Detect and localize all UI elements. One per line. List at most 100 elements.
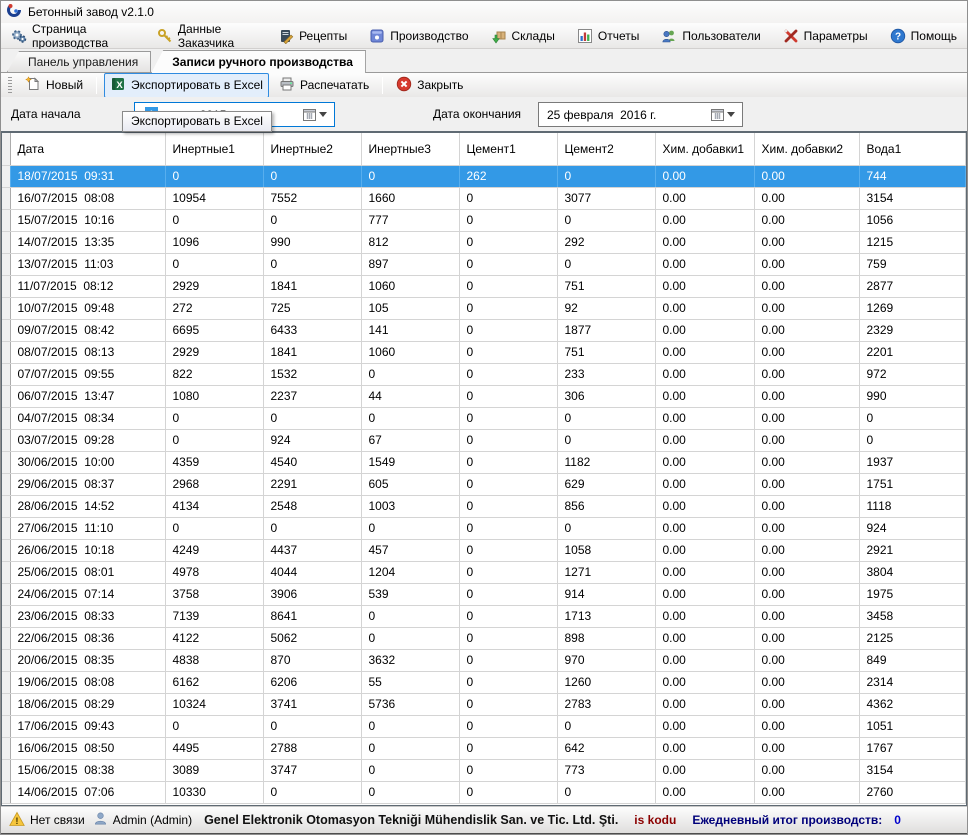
table-cell: 0: [459, 671, 557, 693]
menu-item-production-page[interactable]: Страница производства: [7, 20, 139, 52]
table-row[interactable]: 08/07/2015 08:1329291841106007510.000.00…: [2, 341, 966, 363]
column-header-water1[interactable]: Вода1: [859, 133, 966, 165]
table-row[interactable]: 15/06/2015 08:3830893747007730.000.00315…: [2, 759, 966, 781]
row-selector[interactable]: [2, 715, 10, 737]
tab-manual-production-records[interactable]: Записи ручного производства: [151, 50, 366, 73]
row-selector[interactable]: [2, 165, 10, 187]
row-selector[interactable]: [2, 341, 10, 363]
row-selector[interactable]: [2, 275, 10, 297]
table-row[interactable]: 14/06/2015 07:061033000000.000.002760: [2, 781, 966, 803]
table-row[interactable]: 29/06/2015 08:372968229160506290.000.001…: [2, 473, 966, 495]
table-cell: 0: [361, 517, 459, 539]
menu-item-customer-data[interactable]: Данные Заказчика: [153, 20, 260, 52]
close-button[interactable]: Закрыть: [390, 73, 469, 98]
table-cell: 0.00: [655, 165, 754, 187]
row-selector[interactable]: [2, 671, 10, 693]
row-selector[interactable]: [2, 319, 10, 341]
table-row[interactable]: 14/07/2015 13:35109699081202920.000.0012…: [2, 231, 966, 253]
table-cell: 0: [459, 627, 557, 649]
row-selector[interactable]: [2, 759, 10, 781]
row-selector[interactable]: [2, 363, 10, 385]
row-selector[interactable]: [2, 407, 10, 429]
row-selector[interactable]: [2, 649, 10, 671]
row-selector[interactable]: [2, 583, 10, 605]
table-cell: 1056: [859, 209, 966, 231]
column-header-inert1[interactable]: Инертные1: [165, 133, 263, 165]
table-row[interactable]: 30/06/2015 10:00435945401549011820.000.0…: [2, 451, 966, 473]
row-selector[interactable]: [2, 517, 10, 539]
table-row[interactable]: 19/06/2015 08:086162620655012600.000.002…: [2, 671, 966, 693]
end-date-picker[interactable]: 25 февраля 2016 г.: [538, 102, 743, 127]
table-row[interactable]: 18/07/2015 09:3100026200.000.00744: [2, 165, 966, 187]
table-row[interactable]: 10/07/2015 09:482727251050920.000.001269: [2, 297, 966, 319]
row-selector[interactable]: [2, 231, 10, 253]
row-selector[interactable]: [2, 429, 10, 451]
table-cell: 0: [459, 759, 557, 781]
menu-item-help[interactable]: ? Помощь: [886, 26, 961, 46]
end-date-value[interactable]: 25 февраля 2016 г.: [539, 108, 656, 122]
row-selector[interactable]: [2, 781, 10, 803]
table-cell: 1096: [165, 231, 263, 253]
column-header-inert2[interactable]: Инертные2: [263, 133, 361, 165]
table-row[interactable]: 13/07/2015 11:0300897000.000.00759: [2, 253, 966, 275]
table-row[interactable]: 11/07/2015 08:1229291841106007510.000.00…: [2, 275, 966, 297]
row-selector[interactable]: [2, 187, 10, 209]
table-row[interactable]: 28/06/2015 14:5241342548100308560.000.00…: [2, 495, 966, 517]
print-button[interactable]: Распечатать: [273, 73, 375, 98]
column-header-cement2[interactable]: Цемент2: [557, 133, 655, 165]
table-row[interactable]: 07/07/2015 09:558221532002330.000.00972: [2, 363, 966, 385]
toolbar-grip[interactable]: [8, 77, 12, 93]
table-cell: 1060: [361, 275, 459, 297]
end-date-calendar-button[interactable]: [707, 105, 739, 124]
table-row[interactable]: 09/07/2015 08:4266956433141018770.000.00…: [2, 319, 966, 341]
column-header-inert3[interactable]: Инертные3: [361, 133, 459, 165]
menu-item-users[interactable]: Пользователи: [657, 26, 764, 46]
row-selector[interactable]: [2, 451, 10, 473]
column-header-chem2[interactable]: Хим. добавки2: [754, 133, 859, 165]
table-row[interactable]: 06/07/2015 13:47108022374403060.000.0099…: [2, 385, 966, 407]
table-cell: 1975: [859, 583, 966, 605]
table-row[interactable]: 23/06/2015 08:33713986410017130.000.0034…: [2, 605, 966, 627]
menu-item-recipes[interactable]: Рецепты: [274, 26, 351, 46]
table-row[interactable]: 18/06/2015 08:291032437415736027830.000.…: [2, 693, 966, 715]
table-row[interactable]: 26/06/2015 10:1842494437457010580.000.00…: [2, 539, 966, 561]
start-date-calendar-button[interactable]: [299, 105, 331, 124]
table-row[interactable]: 16/07/2015 08:081095475521660030770.000.…: [2, 187, 966, 209]
row-selector[interactable]: [2, 385, 10, 407]
menu-item-production[interactable]: Производство: [365, 26, 472, 46]
row-selector[interactable]: [2, 297, 10, 319]
row-selector[interactable]: [2, 473, 10, 495]
menu-item-reports[interactable]: Отчеты: [573, 26, 643, 46]
row-selector[interactable]: [2, 495, 10, 517]
table-cell: 0.00: [655, 671, 754, 693]
row-selector[interactable]: [2, 627, 10, 649]
menu-item-parameters[interactable]: Параметры: [779, 26, 872, 46]
table-row[interactable]: 22/06/2015 08:3641225062008980.000.00212…: [2, 627, 966, 649]
table-cell: 1877: [557, 319, 655, 341]
row-selector[interactable]: [2, 539, 10, 561]
tab-control-panel[interactable]: Панель управления: [7, 51, 151, 72]
table-row[interactable]: 25/06/2015 08:01497840441204012710.000.0…: [2, 561, 966, 583]
row-selector[interactable]: [2, 561, 10, 583]
column-header-chem1[interactable]: Хим. добавки1: [655, 133, 754, 165]
table-row[interactable]: 04/07/2015 08:34000000.000.000: [2, 407, 966, 429]
new-button[interactable]: Новый: [19, 73, 89, 98]
table-row[interactable]: 16/06/2015 08:5044952788006420.000.00176…: [2, 737, 966, 759]
table-row[interactable]: 15/07/2015 10:1600777000.000.001056: [2, 209, 966, 231]
table-row[interactable]: 03/07/2015 09:28092467000.000.000: [2, 429, 966, 451]
table-row[interactable]: 17/06/2015 09:43000000.000.001051: [2, 715, 966, 737]
column-header-date[interactable]: Дата: [10, 133, 165, 165]
row-selector[interactable]: [2, 605, 10, 627]
export-excel-button[interactable]: X Экспортировать в Excel: [104, 73, 269, 98]
table-cell: 0.00: [655, 319, 754, 341]
column-header-cement1[interactable]: Цемент1: [459, 133, 557, 165]
table-row[interactable]: 27/06/2015 11:10000000.000.00924: [2, 517, 966, 539]
row-selector[interactable]: [2, 209, 10, 231]
table-row[interactable]: 24/06/2015 07:143758390653909140.000.001…: [2, 583, 966, 605]
menu-item-warehouses[interactable]: Склады: [487, 26, 559, 46]
row-selector[interactable]: [2, 693, 10, 715]
row-selector[interactable]: [2, 737, 10, 759]
row-selector[interactable]: [2, 253, 10, 275]
table-cell: 0.00: [655, 693, 754, 715]
table-row[interactable]: 20/06/2015 08:354838870363209700.000.008…: [2, 649, 966, 671]
